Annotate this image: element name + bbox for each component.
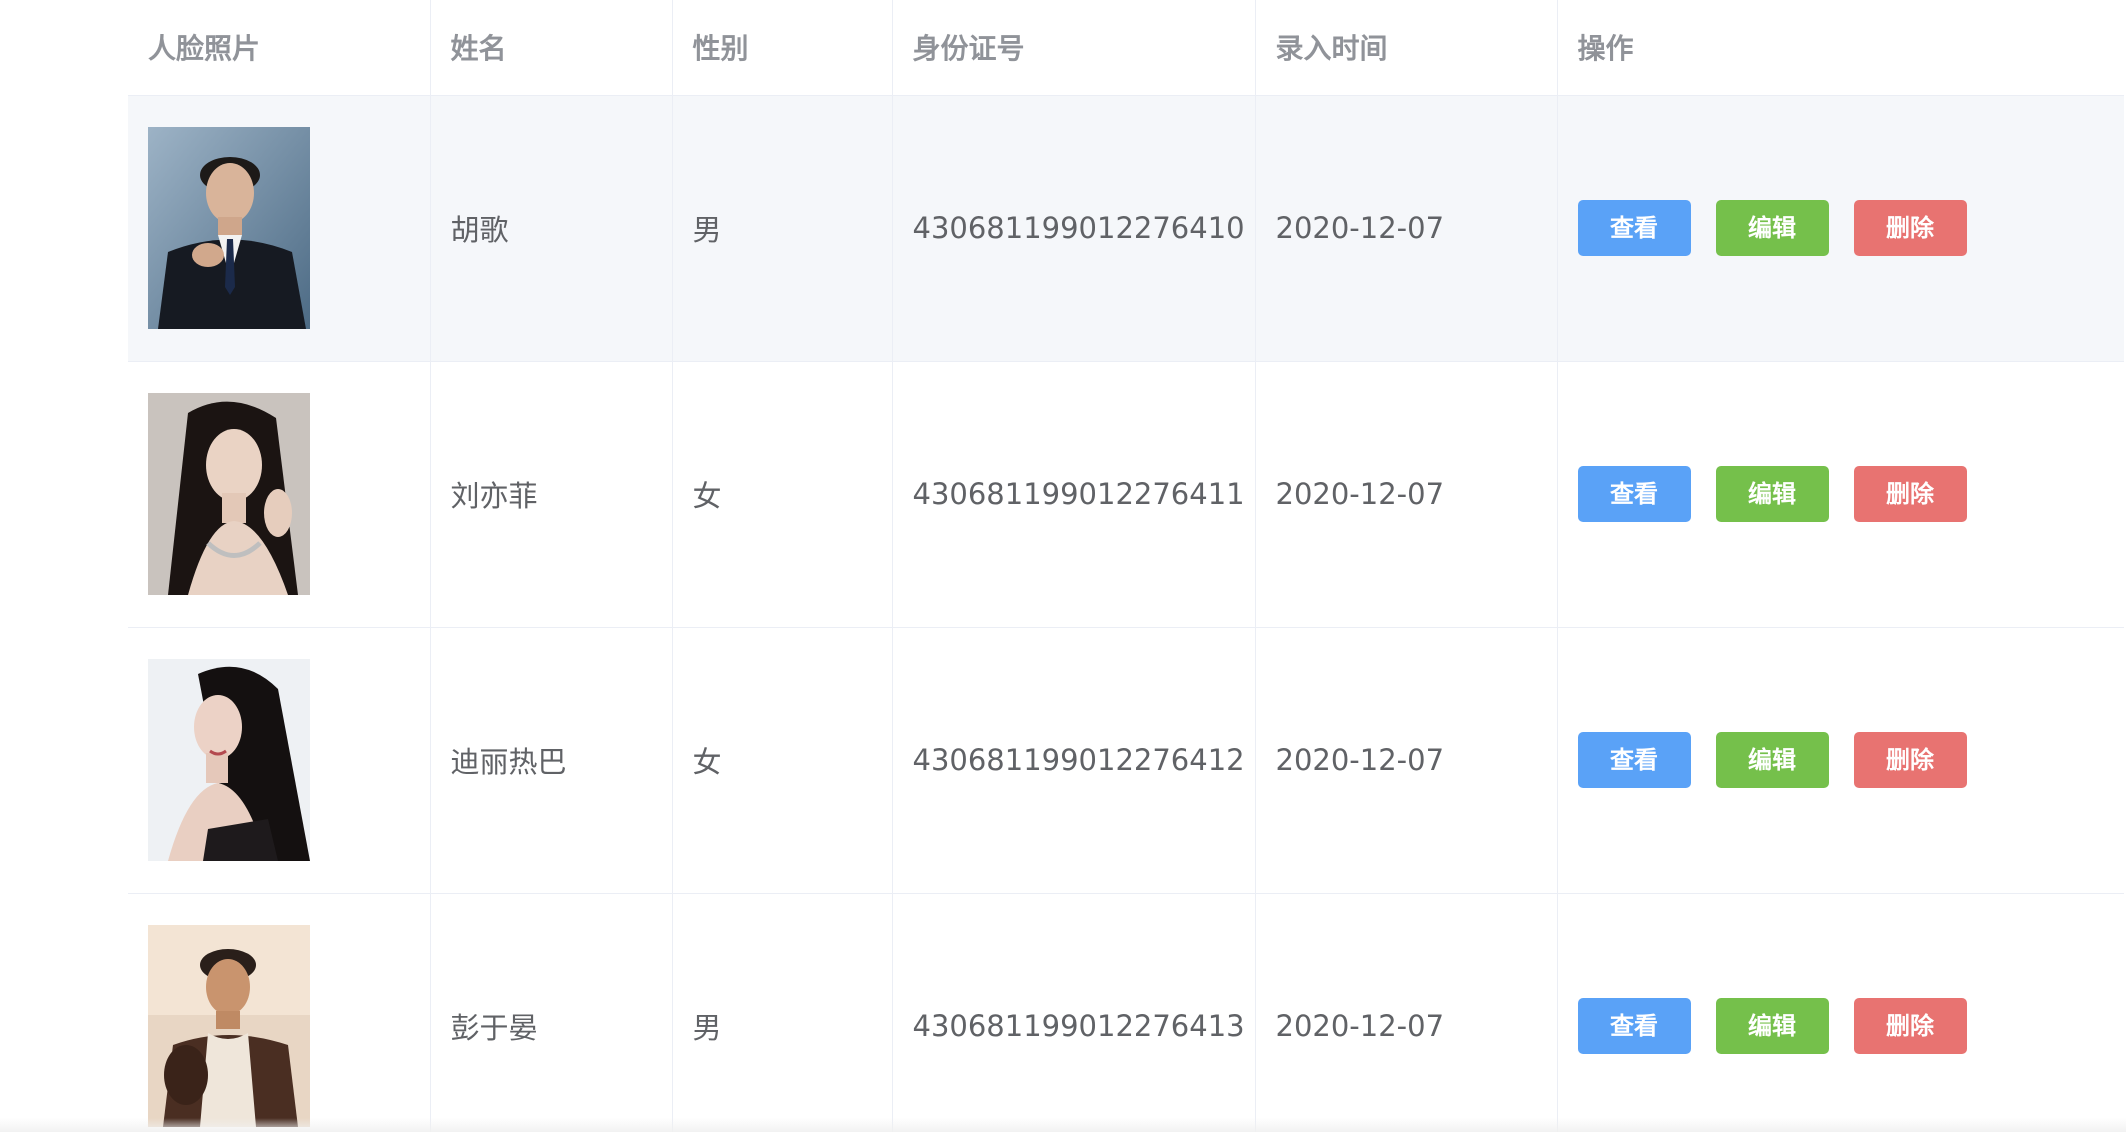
column-header-gender: 性别 <box>672 0 893 96</box>
view-button[interactable]: 查看 <box>1577 998 1691 1054</box>
table-row[interactable]: 彭于晏 男 430681199012276413 2020-12-07 查看 编辑… <box>128 893 2124 1132</box>
portrait-man-suit-photo <box>148 127 310 329</box>
table-body: 胡歌 男 430681199012276410 2020-12-07 查看 编辑删… <box>128 95 2124 1132</box>
name-cell: 刘亦菲 <box>430 361 673 628</box>
id-number-cell: 430681199012276412 <box>892 627 1256 894</box>
photo-cell <box>128 893 431 1132</box>
face-records-table: 人脸照片 姓名 性别 身份证号 录入时间 操作 胡歌 男 43068119901… <box>128 0 2124 1132</box>
portrait-woman-long-hair-photo <box>148 393 310 595</box>
page: 人脸照片 姓名 性别 身份证号 录入时间 操作 胡歌 男 43068119901… <box>0 0 2126 1132</box>
entry-time-cell: 2020-12-07 <box>1255 627 1558 894</box>
column-header-actions: 操作 <box>1557 0 2124 96</box>
photo-cell <box>128 361 431 628</box>
edit-button[interactable]: 编辑 <box>1715 200 1829 256</box>
table-row[interactable]: 胡歌 男 430681199012276410 2020-12-07 查看 编辑删… <box>128 95 2124 362</box>
view-button[interactable]: 查看 <box>1577 200 1691 256</box>
actions-cell: 查看 编辑 删除 <box>1557 627 2124 894</box>
edit-button[interactable]: 编辑 <box>1715 732 1829 788</box>
actions-cell: 查看 编辑 删除 <box>1557 361 2124 628</box>
column-header-name: 姓名 <box>430 0 673 96</box>
actions-cell: 查看 编辑 删除 <box>1557 95 2124 362</box>
name-cell: 迪丽热巴 <box>430 627 673 894</box>
gender-cell: 女 <box>672 361 893 628</box>
column-header-entry-time: 录入时间 <box>1255 0 1558 96</box>
id-number-cell: 430681199012276410 <box>892 95 1256 362</box>
table-row[interactable]: 迪丽热巴 女 430681199012276412 2020-12-07 查看编… <box>128 627 2124 894</box>
gender-cell: 男 <box>672 893 893 1132</box>
table-row[interactable]: 刘亦菲 女 430681199012276411 2020-12-07 查看 编辑… <box>128 361 2124 628</box>
header-row: 人脸照片 姓名 性别 身份证号 录入时间 操作 <box>128 0 2124 96</box>
actions-cell: 查看 编辑 删除 <box>1557 893 2124 1132</box>
column-header-id-number: 身份证号 <box>892 0 1256 96</box>
id-number-cell: 430681199012276411 <box>892 361 1256 628</box>
delete-button[interactable]: 删除 <box>1853 732 1967 788</box>
photo-cell <box>128 95 431 362</box>
edit-button[interactable]: 编辑 <box>1715 466 1829 522</box>
gender-cell: 女 <box>672 627 893 894</box>
entry-time-cell: 2020-12-07 <box>1255 95 1558 362</box>
portrait-woman-long-hair-icon <box>148 393 310 595</box>
name-cell: 彭于晏 <box>430 893 673 1132</box>
portrait-woman-dark-hair-icon <box>148 659 310 861</box>
portrait-man-casual-icon <box>148 925 310 1127</box>
delete-button[interactable]: 删除 <box>1853 200 1967 256</box>
delete-button[interactable]: 删除 <box>1853 998 1967 1054</box>
portrait-man-casual-photo <box>148 925 310 1127</box>
photo-cell <box>128 627 431 894</box>
view-button[interactable]: 查看 <box>1577 732 1691 788</box>
portrait-man-suit-icon <box>148 127 310 329</box>
id-number-cell: 430681199012276413 <box>892 893 1256 1132</box>
gender-cell: 男 <box>672 95 893 362</box>
bottom-fade <box>0 1118 2126 1132</box>
table-header: 人脸照片 姓名 性别 身份证号 录入时间 操作 <box>128 0 2124 96</box>
edit-button[interactable]: 编辑 <box>1715 998 1829 1054</box>
entry-time-cell: 2020-12-07 <box>1255 361 1558 628</box>
column-header-photo: 人脸照片 <box>128 0 431 96</box>
portrait-woman-dark-hair-photo <box>148 659 310 861</box>
delete-button[interactable]: 删除 <box>1853 466 1967 522</box>
entry-time-cell: 2020-12-07 <box>1255 893 1558 1132</box>
name-cell: 胡歌 <box>430 95 673 362</box>
view-button[interactable]: 查看 <box>1577 466 1691 522</box>
